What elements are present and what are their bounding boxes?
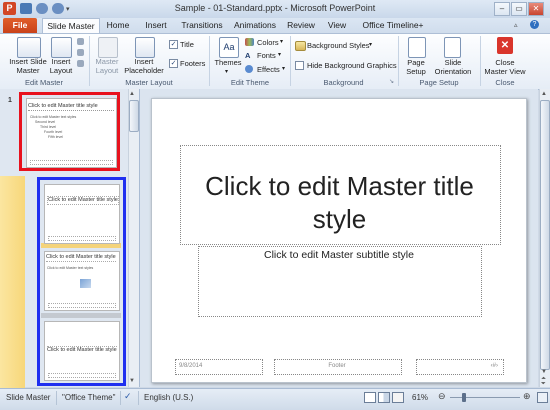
group-label-edit-master: Edit Master [25, 78, 63, 87]
zoom-level[interactable]: 61% [412, 393, 428, 402]
master-layout-icon [98, 37, 118, 58]
zoom-out-icon[interactable]: ⊖ [438, 391, 446, 402]
fonts-dropdown-icon[interactable]: ▾ [278, 51, 281, 58]
insert-layout-icon[interactable] [51, 37, 72, 58]
effects-dropdown-icon[interactable]: ▾ [282, 65, 285, 72]
themes-button[interactable]: Themes [214, 58, 242, 68]
tab-view[interactable]: View [324, 18, 350, 33]
normal-view-icon[interactable] [364, 392, 376, 403]
layouts-highlight-box [37, 177, 126, 386]
background-dialog-launcher-icon[interactable]: ↘ [389, 78, 394, 85]
colors-dropdown-icon[interactable]: ▾ [280, 38, 283, 45]
delete-icon[interactable] [77, 38, 84, 45]
insert-placeholder-button[interactable]: Insert Placeholder [121, 57, 167, 75]
background-styles-dropdown-icon[interactable]: ▾ [369, 41, 372, 48]
tab-slide-master[interactable]: Slide Master [42, 18, 100, 34]
fonts-button[interactable]: Fonts [257, 51, 276, 60]
slide-orientation-button[interactable]: Slide Orientation [430, 58, 476, 76]
themes-dropdown-icon[interactable]: ▾ [225, 68, 228, 75]
window-title: Sample - 01-Standard.pptx - Microsoft Po… [174, 3, 376, 13]
master-highlight-box [19, 92, 120, 171]
hide-background-graphics-label: Hide Background Graphics [307, 61, 397, 70]
background-styles-icon[interactable] [295, 41, 306, 51]
close-master-view-icon[interactable]: ✕ [497, 37, 513, 54]
slide-sorter-icon[interactable] [378, 392, 390, 403]
thumbnails-scrollbar[interactable] [128, 89, 139, 387]
insert-placeholder-icon[interactable] [135, 37, 155, 58]
slide-subtitle-text[interactable]: Click to edit Master subtitle style [198, 249, 480, 261]
scrollbar-thumb[interactable] [129, 100, 139, 132]
hide-background-graphics-checkbox[interactable] [295, 61, 304, 70]
slide-footer-text: Footer [328, 363, 346, 369]
rename-icon[interactable] [77, 49, 84, 56]
page-setup-button[interactable]: Page Setup [401, 58, 431, 76]
maximize-button[interactable]: ▭ [511, 2, 527, 16]
fonts-icon[interactable]: A [245, 51, 250, 60]
footers-checkbox[interactable]: ✓ [169, 59, 178, 68]
group-label-page-setup: Page Setup [419, 78, 459, 87]
scroll-up-icon[interactable]: ▲ [129, 91, 135, 97]
status-view-name: Slide Master [6, 393, 51, 402]
fit-slide-icon[interactable] [537, 392, 548, 403]
tab-transitions[interactable]: Transitions [177, 18, 227, 33]
scroll-down-icon[interactable]: ▼ [129, 378, 135, 384]
slide-title-text[interactable]: Click to edit Master title style [180, 170, 499, 236]
minimize-button[interactable]: ‒ [494, 2, 510, 16]
slide-date-text: 9/8/2014 [179, 363, 203, 369]
status-separator [56, 391, 57, 405]
scroll-up-icon[interactable]: ▲ [541, 91, 547, 97]
spell-check-icon[interactable]: ✓ [124, 391, 132, 402]
effects-button[interactable]: Effects [257, 65, 280, 74]
tab-file[interactable]: File [3, 18, 37, 33]
next-slide-icon[interactable]: ⏷ [541, 381, 546, 388]
selection-highlight [0, 176, 25, 388]
zoom-slider-track[interactable] [450, 397, 520, 398]
thumbnail-number: 1 [8, 97, 12, 104]
group-label-edit-theme: Edit Theme [230, 78, 270, 87]
background-styles-button[interactable]: Background Styles [307, 41, 370, 50]
insert-layout-button[interactable]: Insert Layout [47, 57, 75, 75]
tab-review[interactable]: Review [285, 18, 317, 33]
scrollbar-thumb[interactable] [540, 100, 550, 370]
master-layout-button[interactable]: Master Layout [92, 57, 122, 75]
title-checkbox-label: Title [180, 40, 194, 49]
slide-number-text: ‹#› [490, 363, 498, 369]
page-setup-icon[interactable] [408, 37, 426, 58]
tab-insert[interactable]: Insert [139, 18, 173, 33]
help-icon[interactable]: ? [530, 20, 539, 29]
title-checkbox[interactable]: ✓ [169, 40, 178, 49]
group-label-background: Background [323, 78, 364, 87]
group-label-close: Close [495, 78, 515, 87]
tab-home[interactable]: Home [103, 18, 133, 33]
preserve-icon[interactable] [77, 60, 84, 67]
reading-view-icon[interactable] [392, 392, 404, 403]
colors-button[interactable]: Colors [257, 38, 279, 47]
tab-animations[interactable]: Animations [232, 18, 278, 33]
scroll-down-icon[interactable]: ▼ [541, 369, 547, 375]
colors-icon[interactable] [245, 38, 254, 46]
zoom-in-icon[interactable]: ⊕ [523, 391, 531, 402]
status-language[interactable]: English (U.S.) [144, 393, 193, 402]
tab-office-timeline[interactable]: Office Timeline+ [360, 18, 426, 33]
effects-icon[interactable] [245, 65, 253, 73]
status-separator [120, 391, 121, 405]
zoom-slider-thumb[interactable] [462, 393, 466, 402]
themes-icon[interactable]: Aa [219, 37, 239, 58]
insert-slide-master-button[interactable]: Insert Slide Master [3, 57, 53, 75]
close-window-button[interactable]: ✕ [528, 2, 544, 16]
minimize-ribbon-icon[interactable]: ▵ [514, 21, 518, 29]
status-separator [138, 391, 139, 405]
slide-orientation-icon[interactable] [444, 37, 461, 58]
close-master-view-button[interactable]: Close Master View [483, 58, 527, 76]
status-theme-name: "Office Theme" [62, 393, 116, 402]
footers-checkbox-label: Footers [180, 59, 206, 68]
group-label-master-layout: Master Layout [125, 78, 173, 87]
insert-slide-master-icon[interactable] [17, 37, 41, 58]
